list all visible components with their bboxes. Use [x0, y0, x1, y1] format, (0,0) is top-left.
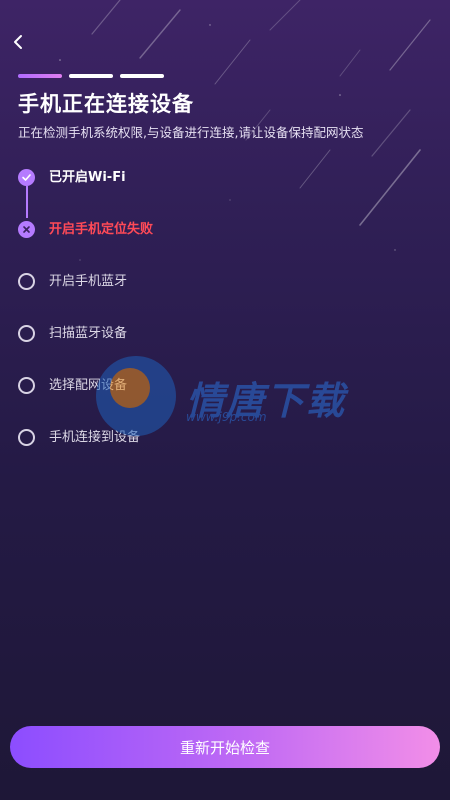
check-icon — [18, 169, 35, 186]
progress-segment-3 — [120, 74, 164, 78]
watermark-url: www.j9p.com — [186, 410, 267, 424]
progress-segment-2 — [69, 74, 113, 78]
page-subtitle: 正在检测手机系统权限,与设备进行连接,请让设备保持配网状态 — [18, 125, 364, 140]
step-item-bluetooth: 开启手机蓝牙 — [18, 270, 438, 322]
step-label: 扫描蓝牙设备 — [49, 326, 128, 341]
chevron-left-icon — [14, 35, 22, 49]
circle-icon — [18, 325, 35, 342]
progress-segment-1 — [18, 74, 62, 78]
step-label: 开启手机定位失败 — [49, 222, 154, 237]
step-progress-bar — [18, 74, 164, 78]
step-label: 已开启Wi-Fi — [49, 170, 126, 185]
circle-icon — [18, 377, 35, 394]
step-label: 开启手机蓝牙 — [49, 274, 128, 289]
close-icon — [18, 221, 35, 238]
circle-icon — [18, 429, 35, 446]
page-title: 手机正在连接设备 — [18, 92, 194, 116]
watermark: 情唐下载 www.j9p.com — [96, 356, 356, 436]
circle-icon — [18, 273, 35, 290]
step-connector — [26, 186, 28, 218]
watermark-logo-icon — [96, 356, 176, 436]
restart-check-button[interactable]: 重新开始检查 — [10, 726, 440, 768]
step-item-wifi: 已开启Wi-Fi — [18, 166, 438, 218]
back-button[interactable] — [6, 30, 30, 54]
step-item-location: 开启手机定位失败 — [18, 218, 438, 270]
